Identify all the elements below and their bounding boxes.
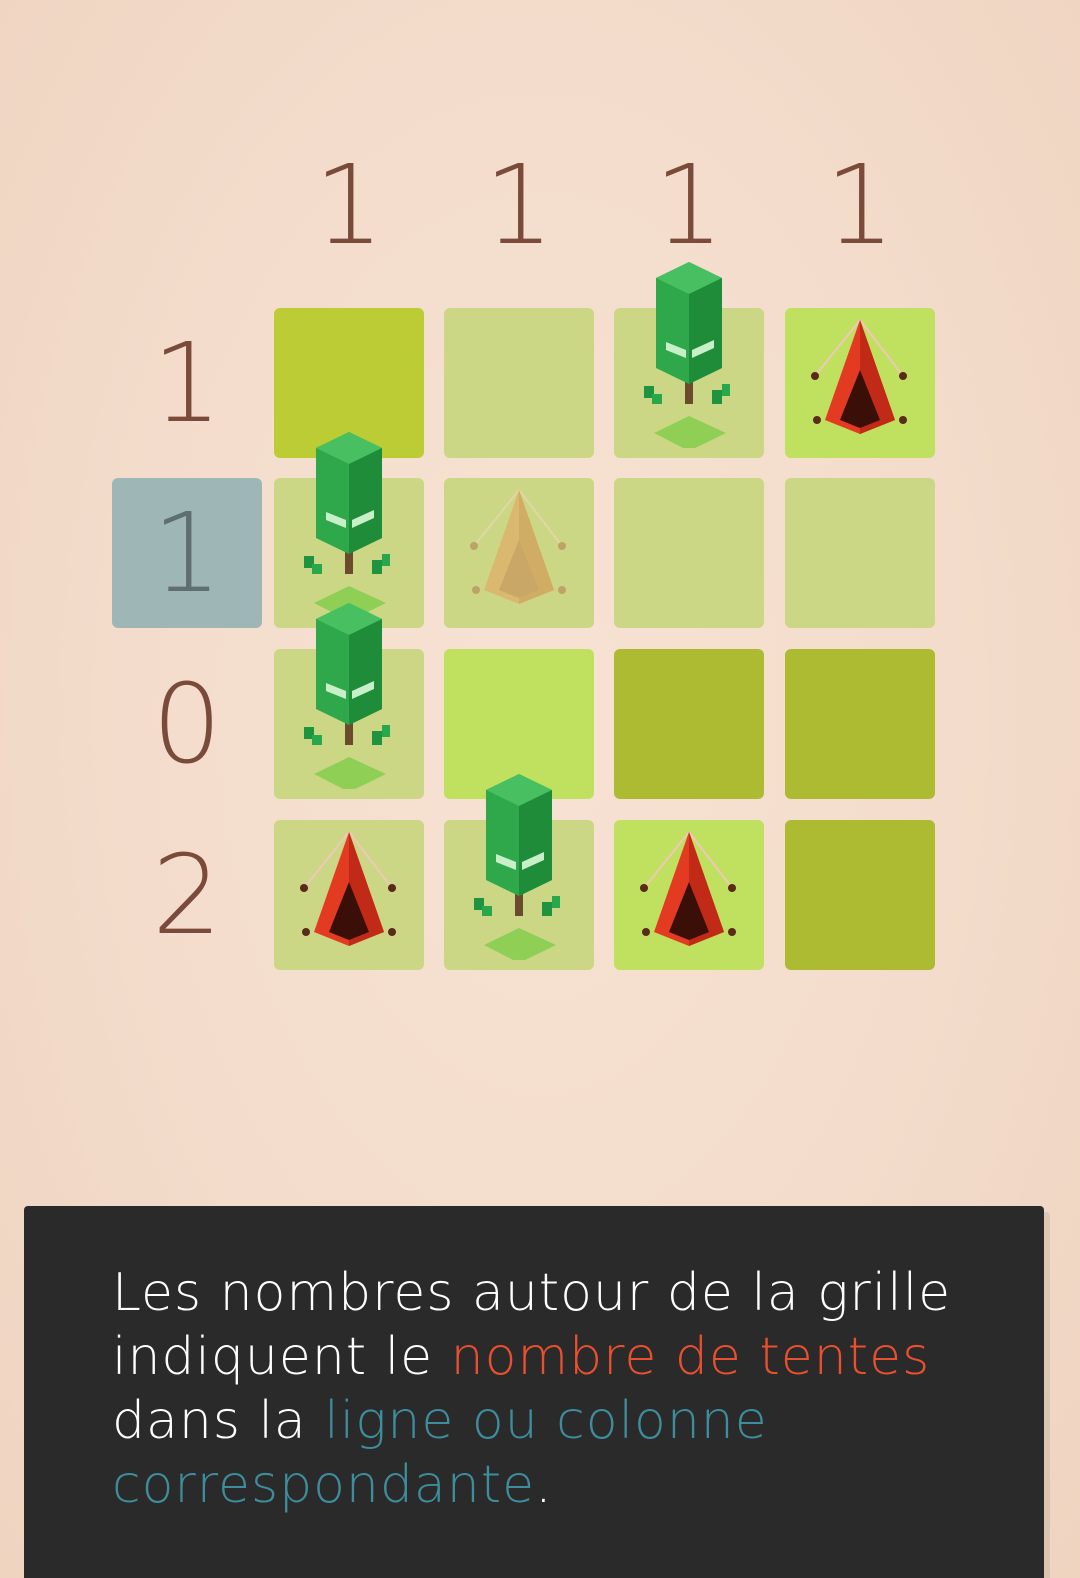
- column-clue-3: 1: [654, 141, 724, 269]
- tutorial-highlight-tents: nombre de tentes: [450, 1327, 931, 1387]
- grid-cell-r2-c4[interactable]: [785, 478, 935, 628]
- tutorial-text-part2: dans la: [112, 1391, 325, 1451]
- grid-cell-r3-c4[interactable]: [785, 649, 935, 799]
- grid-cell-r4-c3[interactable]: [614, 820, 764, 970]
- grid-cell-r1-c3[interactable]: [614, 308, 764, 458]
- grid-cell-r3-c1[interactable]: [274, 649, 424, 799]
- grid-cell-r1-c2[interactable]: [444, 308, 594, 458]
- grid-cell-r3-c3[interactable]: [614, 649, 764, 799]
- game-board: 1 1 1 1 1 1 0 2: [0, 0, 1080, 1000]
- tutorial-text-part3: .: [535, 1455, 553, 1515]
- row-clue-3: 0: [152, 660, 222, 788]
- grid-cell-r2-c2[interactable]: [444, 478, 594, 628]
- column-clue-1: 1: [314, 141, 384, 269]
- grid-cell-r1-c1[interactable]: [274, 308, 424, 458]
- row-clue-2-highlighted: 1: [112, 478, 262, 628]
- grid-cell-r2-c3[interactable]: [614, 478, 764, 628]
- grid-cell-r4-c2[interactable]: [444, 820, 594, 970]
- row-clue-4: 2: [152, 831, 222, 959]
- grid-cell-r1-c4[interactable]: [785, 308, 935, 458]
- row-clue-1: 1: [152, 319, 222, 447]
- tutorial-text: Les nombres autour de la grille indiquen…: [112, 1261, 992, 1517]
- grid-cell-r2-c1[interactable]: [274, 478, 424, 628]
- column-clue-2: 1: [484, 141, 554, 269]
- grid-cell-r4-c1[interactable]: [274, 820, 424, 970]
- tutorial-panel[interactable]: Les nombres autour de la grille indiquen…: [24, 1206, 1044, 1578]
- grid-cell-r3-c2[interactable]: [444, 649, 594, 799]
- grid-cell-r4-c4[interactable]: [785, 820, 935, 970]
- column-clue-4: 1: [825, 141, 895, 269]
